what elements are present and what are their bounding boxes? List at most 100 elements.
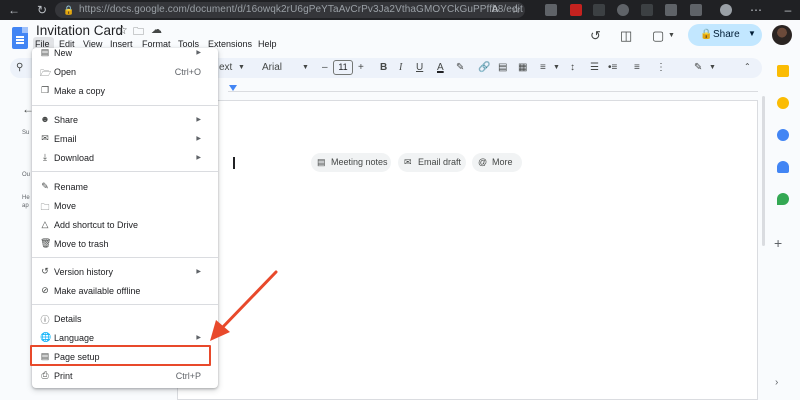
text-cursor	[233, 157, 235, 169]
chevron-down-icon[interactable]: ▼	[709, 64, 716, 71]
read-aloud-icon[interactable]: A	[487, 2, 503, 18]
share-button[interactable]: 🔒 Share ▼	[688, 24, 762, 46]
extension-icon[interactable]	[545, 4, 557, 16]
underline-icon[interactable]: U	[416, 62, 423, 73]
address-bar[interactable]: 🔒 https://docs.google.com/document/d/16o…	[55, 2, 525, 18]
info-icon: ⓘ	[40, 315, 50, 325]
download-icon: ⤓	[43, 152, 47, 162]
indent-marker-icon[interactable]	[229, 85, 237, 91]
tasks-icon[interactable]	[777, 129, 789, 141]
menu-item-label: New	[54, 48, 73, 58]
lock-icon: 🔒	[700, 29, 713, 40]
contacts-icon[interactable]	[777, 161, 789, 173]
scrollbar[interactable]	[762, 96, 765, 246]
increase-font-icon[interactable]: +	[358, 62, 364, 73]
document-icon: ▤	[317, 157, 326, 167]
menu-item-label: Move	[54, 201, 77, 211]
split-screen-icon[interactable]	[641, 4, 653, 16]
menu-item-print[interactable]: ⎙ Print Ctrl+P	[32, 368, 218, 384]
minimize-icon[interactable]: –	[780, 2, 796, 18]
left-panel-text: ap	[22, 203, 29, 209]
bullet-list-icon[interactable]: •≡	[608, 62, 617, 73]
chevron-down-icon[interactable]: ▼	[302, 64, 309, 71]
search-menus-icon[interactable]: ⚲	[16, 62, 23, 73]
more-icon[interactable]: ⋯	[748, 2, 764, 18]
keep-notes-icon[interactable]	[777, 97, 789, 109]
image-icon[interactable]: ▦	[518, 62, 527, 73]
font-select[interactable]: Arial	[262, 62, 282, 73]
menu-item-download[interactable]: ⤓ Download ▶	[32, 150, 218, 166]
ruler[interactable]	[228, 82, 758, 92]
collapse-menus-icon[interactable]: ⌃	[744, 62, 751, 71]
refresh-icon[interactable]: ↻	[34, 2, 50, 18]
italic-icon[interactable]: I	[399, 62, 402, 73]
keep-icon[interactable]	[777, 65, 789, 77]
menu-item-share[interactable]: ☻ Share ▶	[32, 112, 218, 128]
chip-meeting-notes[interactable]: ▤ Meeting notes	[311, 153, 391, 172]
menu-item-label: Language	[54, 333, 95, 343]
maps-icon[interactable]	[777, 193, 789, 205]
menu-item-rename[interactable]: ✎ Rename	[32, 179, 218, 195]
chevron-down-icon[interactable]: ▼	[238, 64, 245, 71]
line-spacing-icon[interactable]: ↕	[570, 62, 575, 73]
chip-more[interactable]: @ More	[472, 153, 522, 172]
text-color-icon[interactable]: A	[437, 62, 444, 73]
document-page[interactable]	[177, 100, 758, 400]
style-select[interactable]: ext	[219, 62, 232, 73]
back-icon[interactable]: ←	[6, 2, 22, 18]
chevron-down-icon[interactable]: ▼	[748, 29, 756, 38]
menu-item-open[interactable]: 🗁 Open Ctrl+O	[32, 64, 218, 80]
share-label: Share	[713, 29, 740, 40]
menu-item-add-shortcut[interactable]: △ Add shortcut to Drive	[32, 217, 218, 233]
menu-item-move-to-trash[interactable]: 🗑 Move to trash	[32, 236, 218, 252]
show-side-panel-icon[interactable]: ›	[775, 377, 778, 388]
menu-divider	[32, 171, 218, 172]
numbered-list-icon[interactable]: ≡	[634, 62, 640, 73]
menu-item-email[interactable]: ✉ Email ▶	[32, 131, 218, 147]
star-icon[interactable]: ☆	[117, 23, 128, 37]
menu-item-make-a-copy[interactable]: ❐ Make a copy	[32, 83, 218, 99]
extension-icon[interactable]	[593, 4, 605, 16]
add-addon-icon[interactable]: +	[774, 235, 782, 251]
menu-item-label: Details	[54, 314, 82, 324]
browser-bar: ← ↻ 🔒 https://docs.google.com/document/d…	[0, 0, 800, 20]
menu-item-label: Add shortcut to Drive	[54, 220, 139, 230]
history-icon[interactable]: ↺	[590, 28, 601, 44]
print-icon: ⎙	[41, 370, 49, 380]
collections-icon[interactable]	[690, 4, 702, 16]
pointer-arrow-icon	[210, 270, 278, 341]
checklist-icon[interactable]: ☰	[590, 62, 599, 73]
favorites-icon[interactable]	[665, 4, 677, 16]
chip-label: Email draft	[418, 157, 462, 167]
trash-icon: 🗑	[40, 238, 52, 248]
profile-icon[interactable]	[720, 4, 732, 16]
move-folder-icon: 🗀	[40, 202, 50, 212]
more-options-icon[interactable]: ⋮	[656, 62, 666, 73]
document-title[interactable]: Invitation Card	[36, 23, 123, 38]
menu-help[interactable]: Help	[258, 39, 277, 49]
bookmark-icon[interactable]: ☆	[508, 2, 524, 18]
editing-mode-icon[interactable]: ✎	[694, 62, 702, 73]
avatar[interactable]	[772, 25, 792, 45]
comment-add-icon[interactable]: ▤	[498, 62, 507, 73]
extension-icon[interactable]	[617, 4, 629, 16]
bold-icon[interactable]: B	[380, 62, 387, 73]
decrease-font-icon[interactable]: –	[322, 62, 328, 73]
extension-icon[interactable]	[570, 4, 582, 16]
menu-item-move[interactable]: 🗀 Move	[32, 198, 218, 214]
offline-icon: ⊘	[41, 285, 49, 295]
align-icon[interactable]: ≡	[540, 62, 546, 73]
comment-icon[interactable]: ◫	[620, 28, 632, 44]
meet-icon[interactable]: ▢	[652, 28, 664, 44]
docs-logo-icon[interactable]	[12, 27, 28, 49]
highlight-icon[interactable]: ✎	[456, 62, 464, 73]
link-icon[interactable]: 🔗	[478, 62, 490, 73]
chip-label: Meeting notes	[331, 157, 388, 167]
lock-icon: 🔒	[63, 5, 75, 15]
chevron-down-icon[interactable]: ▼	[553, 64, 560, 71]
menu-item-label: Version history	[54, 267, 114, 277]
menu-item-new[interactable]: ▤ New ▶	[32, 45, 218, 61]
font-size-input[interactable]: 11	[333, 60, 353, 75]
chip-email-draft[interactable]: ✉ Email draft	[398, 153, 466, 172]
chevron-down-icon[interactable]: ▼	[668, 32, 675, 39]
